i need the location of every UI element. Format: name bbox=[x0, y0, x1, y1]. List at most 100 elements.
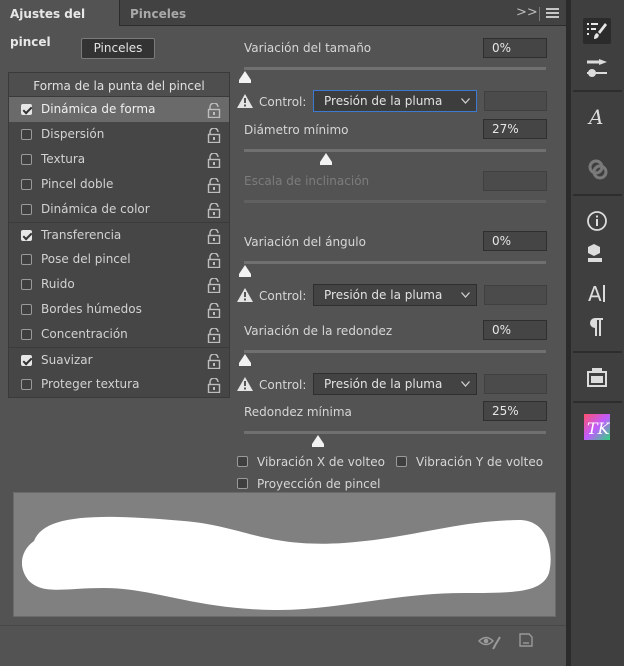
panel-footer bbox=[0, 625, 566, 666]
list-item-label: Pincel doble bbox=[41, 177, 114, 191]
lock-icon[interactable] bbox=[207, 152, 221, 169]
brush-settings-icon[interactable] bbox=[583, 18, 611, 44]
toggle-bristle-preview-icon[interactable] bbox=[478, 634, 502, 650]
lock-icon[interactable] bbox=[207, 277, 221, 294]
option-checkbox[interactable] bbox=[21, 279, 32, 290]
roundness-jitter-slider-track[interactable] bbox=[244, 350, 546, 353]
option-checkbox[interactable] bbox=[21, 129, 32, 140]
lock-icon[interactable] bbox=[207, 302, 221, 319]
list-item-label: Transferencia bbox=[41, 228, 122, 242]
tab-brush-settings[interactable]: Ajustes del pincel bbox=[0, 0, 120, 49]
list-item-label: Ruido bbox=[41, 277, 75, 291]
option-checkbox[interactable] bbox=[21, 254, 32, 265]
control-select-size[interactable]: Presión de la pluma bbox=[313, 90, 477, 112]
collapse-chevrons-icon[interactable]: >> bbox=[516, 5, 538, 20]
list-item-label: Concentración bbox=[41, 327, 128, 341]
flip-x-checkbox[interactable] bbox=[237, 456, 248, 467]
info-icon[interactable] bbox=[583, 208, 611, 234]
projection-checkbox[interactable] bbox=[237, 478, 248, 489]
chevron-down-icon bbox=[461, 381, 470, 387]
option-checkbox[interactable] bbox=[21, 329, 32, 340]
list-item[interactable]: Pincel doble bbox=[9, 172, 229, 197]
character-styles-icon[interactable]: A bbox=[583, 104, 611, 130]
brushes-button[interactable]: Pinceles bbox=[81, 38, 155, 59]
lock-icon[interactable] bbox=[207, 102, 221, 119]
roundness-jitter-slider-handle[interactable] bbox=[239, 354, 251, 366]
list-item[interactable]: Dinámica de forma bbox=[9, 97, 229, 122]
layer-comps-icon[interactable] bbox=[583, 364, 611, 390]
list-item[interactable]: Dinámica de color bbox=[9, 197, 229, 222]
option-checkbox[interactable] bbox=[21, 179, 32, 190]
list-item[interactable]: Concentración bbox=[9, 322, 229, 347]
create-new-brush-icon[interactable] bbox=[519, 633, 533, 647]
min-diameter-slider-track[interactable] bbox=[244, 149, 546, 152]
list-item-label: Pose del pincel bbox=[41, 252, 131, 266]
min-roundness-slider-track[interactable] bbox=[244, 431, 546, 434]
roundness-jitter-field[interactable]: 0% bbox=[483, 320, 547, 340]
control-select-value: Presión de la pluma bbox=[324, 288, 443, 302]
brush-tip-shape-item[interactable]: Forma de la punta del pincel bbox=[9, 73, 229, 97]
lock-icon[interactable] bbox=[207, 353, 221, 370]
list-item[interactable]: Suavizar bbox=[9, 347, 229, 372]
option-checkbox[interactable] bbox=[21, 230, 32, 241]
character-icon[interactable]: A bbox=[583, 280, 611, 306]
min-roundness-slider-handle[interactable] bbox=[312, 435, 324, 447]
list-item-label: Suavizar bbox=[41, 353, 93, 367]
control-select-angle[interactable]: Presión de la pluma bbox=[313, 284, 477, 306]
brush-stroke-preview bbox=[13, 492, 556, 617]
list-item[interactable]: Proteger textura bbox=[9, 372, 229, 397]
lock-icon[interactable] bbox=[207, 202, 221, 219]
option-checkbox[interactable] bbox=[21, 355, 32, 366]
tab-divider bbox=[539, 7, 540, 21]
list-item[interactable]: Bordes húmedos bbox=[9, 297, 229, 322]
lock-icon[interactable] bbox=[207, 252, 221, 269]
lock-icon[interactable] bbox=[207, 177, 221, 194]
control-select-roundness[interactable]: Presión de la pluma bbox=[313, 373, 477, 395]
projection-label: Proyección de pincel bbox=[257, 477, 381, 491]
angle-jitter-field[interactable]: 0% bbox=[483, 231, 547, 251]
control-label: Control: bbox=[259, 95, 307, 109]
panel-menu-icon[interactable] bbox=[546, 8, 559, 20]
svg-text:TK: TK bbox=[587, 419, 610, 438]
size-jitter-slider-handle[interactable] bbox=[239, 71, 251, 83]
angle-jitter-slider-track[interactable] bbox=[244, 261, 546, 264]
tk-plugin-icon[interactable]: TK bbox=[583, 414, 611, 440]
option-checkbox[interactable] bbox=[21, 204, 32, 215]
option-checkbox[interactable] bbox=[21, 104, 32, 115]
tab-brushes[interactable]: Pinceles bbox=[120, 0, 196, 26]
brush-projection-option[interactable]: Proyección de pincel bbox=[237, 477, 381, 491]
option-checkbox[interactable] bbox=[21, 304, 32, 315]
lock-icon[interactable] bbox=[207, 327, 221, 344]
list-item-label: Textura bbox=[41, 152, 86, 166]
lock-icon[interactable] bbox=[207, 377, 221, 394]
option-checkbox[interactable] bbox=[21, 379, 32, 390]
option-checkbox[interactable] bbox=[21, 154, 32, 165]
min-roundness-field[interactable]: 25% bbox=[483, 401, 547, 421]
control-select-value: Presión de la pluma bbox=[324, 377, 443, 391]
flip-y-jitter-option[interactable]: Vibración Y de volteo bbox=[396, 455, 543, 469]
brush-presets-icon[interactable] bbox=[583, 55, 611, 81]
flip-y-checkbox[interactable] bbox=[396, 456, 407, 467]
list-item[interactable]: Transferencia bbox=[9, 222, 229, 247]
size-jitter-field[interactable]: 0% bbox=[483, 38, 547, 58]
control-extra-field bbox=[484, 374, 547, 394]
clone-source-icon[interactable] bbox=[583, 156, 611, 182]
list-item[interactable]: Dispersión bbox=[9, 122, 229, 147]
paragraph-icon[interactable] bbox=[583, 314, 611, 340]
3d-materials-icon[interactable] bbox=[583, 241, 611, 267]
list-item-label: Dinámica de color bbox=[41, 202, 150, 216]
min-diameter-field[interactable]: 27% bbox=[483, 119, 547, 139]
right-panel-dock: A A TK bbox=[571, 0, 624, 666]
brush-options-list: Forma de la punta del pincel Dinámica de… bbox=[8, 72, 230, 398]
list-item[interactable]: Pose del pincel bbox=[9, 247, 229, 272]
size-jitter-slider-track[interactable] bbox=[244, 67, 546, 70]
min-diameter-slider-handle[interactable] bbox=[320, 153, 332, 165]
flip-x-jitter-option[interactable]: Vibración X de volteo bbox=[237, 455, 385, 469]
warning-icon bbox=[237, 288, 253, 302]
control-extra-field bbox=[484, 91, 547, 111]
list-item[interactable]: Ruido bbox=[9, 272, 229, 297]
list-item[interactable]: Textura bbox=[9, 147, 229, 172]
lock-icon[interactable] bbox=[207, 127, 221, 144]
angle-jitter-slider-handle[interactable] bbox=[239, 265, 251, 277]
lock-icon[interactable] bbox=[207, 228, 221, 245]
